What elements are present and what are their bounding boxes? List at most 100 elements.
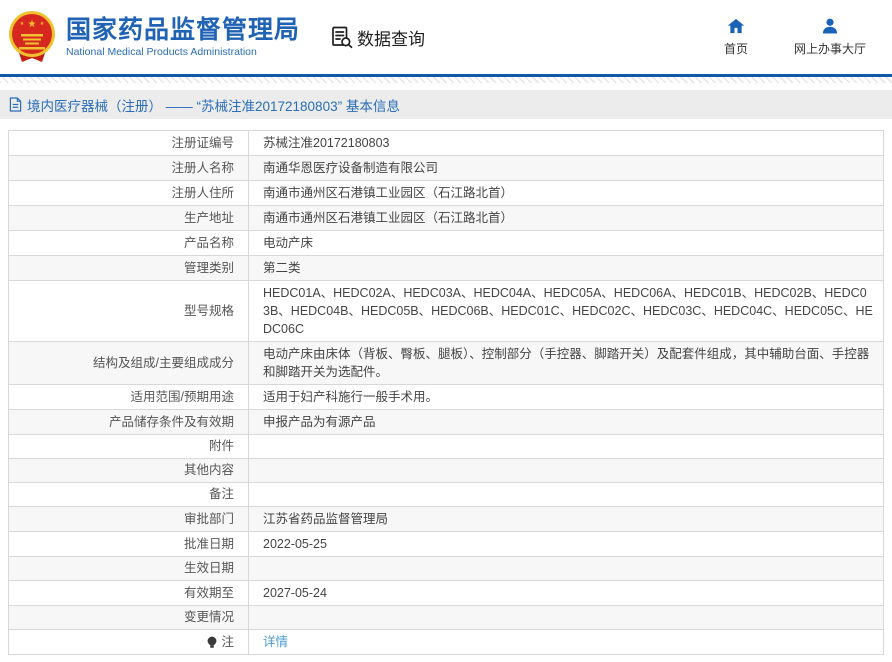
- nav-item-label: 首页: [724, 40, 748, 57]
- nav-item-home[interactable]: 首页: [716, 17, 756, 57]
- row-label: 其他内容: [9, 459, 249, 482]
- row-label-text: 注: [221, 634, 234, 651]
- page-title: 境内医疗器械（注册） —— “苏械注准20172180803” 基本信息: [27, 95, 400, 115]
- row-label: 备注: [9, 483, 249, 506]
- row-value: 电动产床由床体（背板、臀板、腿板）、控制部分（手控器、脚踏开关）及配套件组成，其…: [249, 342, 883, 384]
- header: ★ ★ ★ 国家药品监督管理局 National Medical Product…: [0, 0, 892, 74]
- row-value: 南通市通州区石港镇工业园区（石江路北首）: [249, 206, 883, 230]
- svg-text:★: ★: [28, 19, 37, 30]
- table-row: 注 详情: [9, 630, 883, 655]
- hatched-strip: [0, 77, 892, 83]
- org-name-en: National Medical Products Administration: [66, 46, 300, 58]
- document-search-icon: [330, 25, 354, 49]
- row-label-text: 产品名称: [184, 235, 234, 252]
- row-label-text: 管理类别: [184, 260, 234, 277]
- table-row: 注册人名称 南通华恩医疗设备制造有限公司: [9, 156, 883, 181]
- row-label-text: 备注: [209, 486, 234, 503]
- table-row: 型号规格 HEDC01A、HEDC02A、HEDC03A、HEDC04A、HED…: [9, 281, 883, 342]
- row-label-text: 有效期至: [184, 585, 234, 602]
- table-row: 产品名称 电动产床: [9, 231, 883, 256]
- row-value: [249, 459, 883, 482]
- row-label: 型号规格: [9, 281, 249, 341]
- row-label-text: 注册证编号: [171, 135, 234, 152]
- details-link[interactable]: 详情: [263, 633, 288, 651]
- row-label-text: 变更情况: [184, 609, 234, 626]
- table-row: 适用范围/预期用途 适用于妇产科施行一般手术用。: [9, 385, 883, 410]
- info-table: 注册证编号 苏械注准20172180803 注册人名称 南通华恩医疗设备制造有限…: [8, 130, 884, 655]
- row-label: 有效期至: [9, 581, 249, 605]
- page-title-bar: 境内医疗器械（注册） —— “苏械注准20172180803” 基本信息: [0, 90, 892, 119]
- row-value: 江苏省药品监督管理局: [249, 507, 883, 531]
- row-label-text: 附件: [209, 438, 234, 455]
- row-value: [249, 606, 883, 629]
- top-nav: 首页 网上办事大厅: [716, 17, 892, 57]
- row-value: 电动产床: [249, 231, 883, 255]
- row-label: 产品储存条件及有效期: [9, 410, 249, 434]
- svg-text:★: ★: [20, 21, 25, 27]
- bulb-icon: [206, 636, 218, 649]
- data-query-label: 数据查询: [357, 25, 425, 50]
- row-value: 2022-05-25: [249, 532, 883, 556]
- table-row: 备注: [9, 483, 883, 507]
- row-label-text: 审批部门: [184, 511, 234, 528]
- org-title-block: 国家药品监督管理局 National Medical Products Admi…: [66, 16, 300, 58]
- row-value: [249, 557, 883, 580]
- row-label-text: 生效日期: [184, 560, 234, 577]
- row-value: 适用于妇产科施行一般手术用。: [249, 385, 883, 409]
- home-icon: [727, 17, 745, 35]
- table-row: 管理类别 第二类: [9, 256, 883, 281]
- table-row: 生产地址 南通市通州区石港镇工业园区（石江路北首）: [9, 206, 883, 231]
- row-label-text: 产品储存条件及有效期: [109, 414, 234, 431]
- row-label: 适用范围/预期用途: [9, 385, 249, 409]
- row-label-text: 结构及组成/主要组成成分: [93, 355, 234, 372]
- row-label: 变更情况: [9, 606, 249, 629]
- row-value: [249, 483, 883, 506]
- row-label: 注册证编号: [9, 131, 249, 155]
- row-label: 结构及组成/主要组成成分: [9, 342, 249, 384]
- nav-item-label: 网上办事大厅: [794, 40, 866, 57]
- row-value: 南通华恩医疗设备制造有限公司: [249, 156, 883, 180]
- table-row: 注册人住所 南通市通州区石港镇工业园区（石江路北首）: [9, 181, 883, 206]
- org-name-zh: 国家药品监督管理局: [66, 16, 300, 44]
- nav-item-service-hall[interactable]: 网上办事大厅: [794, 17, 866, 57]
- page-icon: [9, 97, 22, 112]
- row-value: 2027-05-24: [249, 581, 883, 605]
- row-label: 生效日期: [9, 557, 249, 580]
- data-query-section[interactable]: 数据查询: [330, 25, 425, 50]
- row-label-text: 注册人名称: [171, 160, 234, 177]
- row-label-text: 批准日期: [184, 536, 234, 553]
- table-row: 生效日期: [9, 557, 883, 581]
- row-label: 注册人住所: [9, 181, 249, 205]
- table-row: 变更情况: [9, 606, 883, 630]
- table-row: 批准日期 2022-05-25: [9, 532, 883, 557]
- row-value: 苏械注准20172180803: [249, 131, 883, 155]
- table-row: 有效期至 2027-05-24: [9, 581, 883, 606]
- row-label: 生产地址: [9, 206, 249, 230]
- row-label-text: 其他内容: [184, 462, 234, 479]
- row-label: 产品名称: [9, 231, 249, 255]
- table-row: 其他内容: [9, 459, 883, 483]
- row-label-text: 注册人住所: [171, 185, 234, 202]
- svg-text:★: ★: [40, 21, 45, 27]
- national-emblem-logo: ★ ★ ★: [8, 10, 56, 64]
- table-row: 注册证编号 苏械注准20172180803: [9, 131, 883, 156]
- row-label: 管理类别: [9, 256, 249, 280]
- row-label-text: 适用范围/预期用途: [131, 389, 234, 406]
- row-value: 第二类: [249, 256, 883, 280]
- row-value: 南通市通州区石港镇工业园区（石江路北首）: [249, 181, 883, 205]
- row-label: 附件: [9, 435, 249, 458]
- row-value: 申报产品为有源产品: [249, 410, 883, 434]
- row-label-text: 型号规格: [184, 303, 234, 320]
- row-value: HEDC01A、HEDC02A、HEDC03A、HEDC04A、HEDC05A、…: [249, 281, 883, 341]
- row-value: 详情: [249, 630, 883, 654]
- row-label: 批准日期: [9, 532, 249, 556]
- row-label: 注册人名称: [9, 156, 249, 180]
- person-icon: [821, 17, 839, 35]
- table-row: 结构及组成/主要组成成分 电动产床由床体（背板、臀板、腿板）、控制部分（手控器、…: [9, 342, 883, 385]
- row-label: 注: [9, 630, 249, 654]
- table-row: 审批部门 江苏省药品监督管理局: [9, 507, 883, 532]
- table-row: 产品储存条件及有效期 申报产品为有源产品: [9, 410, 883, 435]
- table-row: 附件: [9, 435, 883, 459]
- row-value: [249, 435, 883, 458]
- row-label-text: 生产地址: [184, 210, 234, 227]
